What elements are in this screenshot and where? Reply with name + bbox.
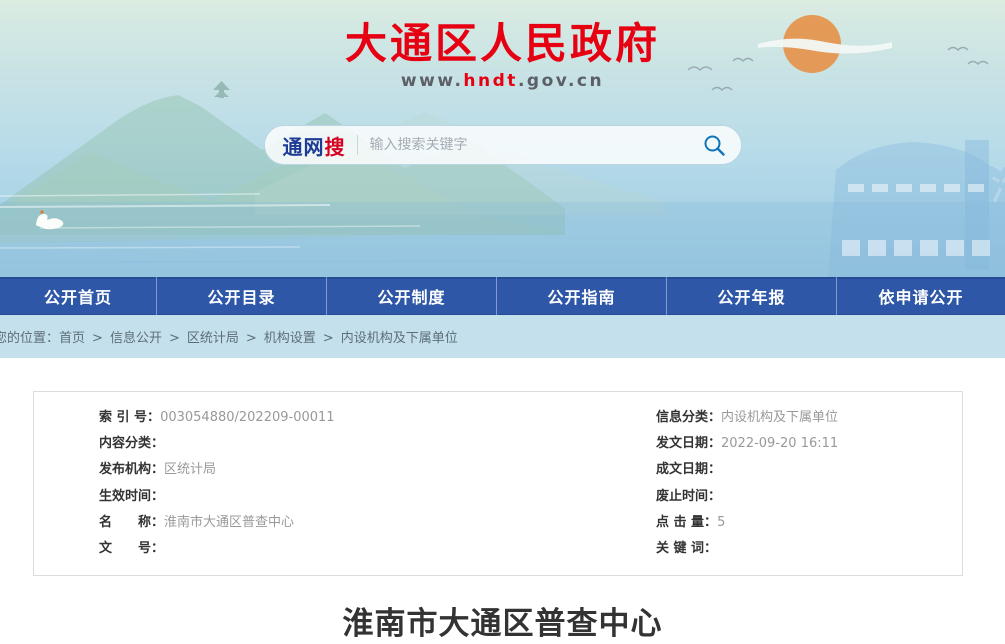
nav-item-disclosure-guide[interactable]: 公开指南 (497, 277, 667, 315)
document-meta-box: 索 引 号：003054880/202209-00011 内容分类： 发布机构：… (33, 391, 963, 576)
watermark-character: 淮 (990, 161, 1005, 210)
meta-label: 点 击 量： (656, 515, 717, 530)
meta-label: 索 引 号： (99, 410, 160, 425)
breadcrumb-link-info-disclosure[interactable]: 信息公开 (110, 331, 162, 346)
nav-item-disclosure-catalog[interactable]: 公开目录 (157, 277, 327, 315)
nav-item-disclosure-upon-request[interactable]: 依申请公开 (837, 277, 1005, 315)
meta-label: 内容分类： (99, 436, 164, 451)
page: 淮 大通区人民政府 www.hndt.gov.cn 通网搜 公开首页 公开目录 (0, 0, 1005, 643)
search-bar[interactable]: 通网搜 (264, 125, 742, 165)
search-input[interactable] (370, 137, 701, 153)
main-nav: 公开首页 公开目录 公开制度 公开指南 公开年报 依申请公开 (0, 277, 1005, 315)
meta-row-name: 名 称：淮南市大通区普查中心 (99, 510, 656, 536)
breadcrumb-separator: > (92, 331, 103, 346)
site-url-prefix: www. (401, 71, 464, 91)
meta-label: 发布机构： (99, 462, 164, 477)
meta-right-column: 信息分类：内设机构及下属单位 发文日期：2022-09-20 16:11 成文日… (656, 405, 962, 562)
site-url-suffix: .gov.cn (518, 71, 604, 91)
nav-item-annual-report[interactable]: 公开年报 (667, 277, 837, 315)
meta-label: 关 键 词： (656, 541, 717, 556)
banner: 淮 大通区人民政府 www.hndt.gov.cn 通网搜 (0, 0, 1005, 277)
nav-item-disclosure-home[interactable]: 公开首页 (0, 277, 157, 315)
meta-row-effective-date: 生效时间： (99, 484, 656, 510)
meta-value: 003054880/202209-00011 (160, 410, 335, 425)
meta-value: 2022-09-20 16:11 (721, 436, 838, 451)
meta-row-click-count: 点 击 量：5 (656, 510, 962, 536)
meta-row-info-category: 信息分类：内设机构及下属单位 (656, 405, 962, 431)
meta-row-repeal-date: 废止时间： (656, 484, 962, 510)
search-icon[interactable] (701, 132, 727, 158)
meta-label: 生效时间： (99, 489, 164, 504)
meta-value: 淮南市大通区普查中心 (164, 515, 294, 530)
meta-label: 发文日期： (656, 436, 721, 451)
building-icon (828, 140, 1005, 277)
meta-left-column: 索 引 号：003054880/202209-00011 内容分类： 发布机构：… (99, 405, 656, 562)
site-url: www.hndt.gov.cn (0, 71, 1005, 91)
meta-row-index-number: 索 引 号：003054880/202209-00011 (99, 405, 656, 431)
breadcrumb-separator: > (246, 331, 257, 346)
breadcrumb-link-home[interactable]: 首页 (59, 331, 85, 346)
meta-row-document-number: 文 号： (99, 536, 656, 562)
meta-value: 内设机构及下属单位 (721, 410, 838, 425)
search-brand-blue: 通网 (283, 135, 325, 159)
meta-row-content-category: 内容分类： (99, 431, 656, 457)
breadcrumb-band: 您的位置：首页 > 信息公开 > 区统计局 > 机构设置 > 内设机构及下属单位 (0, 315, 1005, 358)
site-url-highlight: hndt (463, 71, 518, 91)
meta-label: 文 号： (99, 541, 164, 556)
search-brand: 通网搜 (283, 131, 346, 160)
search-divider (357, 135, 358, 155)
breadcrumb: 您的位置：首页 > 信息公开 > 区统计局 > 机构设置 > 内设机构及下属单位 (0, 327, 458, 346)
meta-value: 5 (717, 515, 725, 530)
meta-row-written-date: 成文日期： (656, 457, 962, 483)
meta-value: 区统计局 (164, 462, 216, 477)
meta-row-keywords: 关 键 词： (656, 536, 962, 562)
meta-label: 成文日期： (656, 462, 721, 477)
breadcrumb-link-org-setup[interactable]: 机构设置 (264, 331, 316, 346)
breadcrumb-separator: > (169, 331, 180, 346)
nav-item-disclosure-system[interactable]: 公开制度 (327, 277, 497, 315)
breadcrumb-link-internal-orgs[interactable]: 内设机构及下属单位 (341, 331, 458, 346)
breadcrumb-separator: > (323, 331, 334, 346)
site-title: 大通区人民政府 (0, 10, 1005, 71)
search-brand-red: 搜 (325, 135, 346, 159)
breadcrumb-link-statistics-bureau[interactable]: 区统计局 (187, 331, 239, 346)
breadcrumb-prefix: 您的位置： (0, 331, 59, 346)
meta-label: 废止时间： (656, 489, 721, 504)
article-title: 淮南市大通区普查中心 (0, 598, 1005, 643)
meta-row-publisher: 发布机构：区统计局 (99, 457, 656, 483)
meta-label: 信息分类： (656, 410, 721, 425)
content-area: 索 引 号：003054880/202209-00011 内容分类： 发布机构：… (0, 391, 1005, 643)
meta-row-publish-date: 发文日期：2022-09-20 16:11 (656, 431, 962, 457)
meta-label: 名 称： (99, 515, 164, 530)
